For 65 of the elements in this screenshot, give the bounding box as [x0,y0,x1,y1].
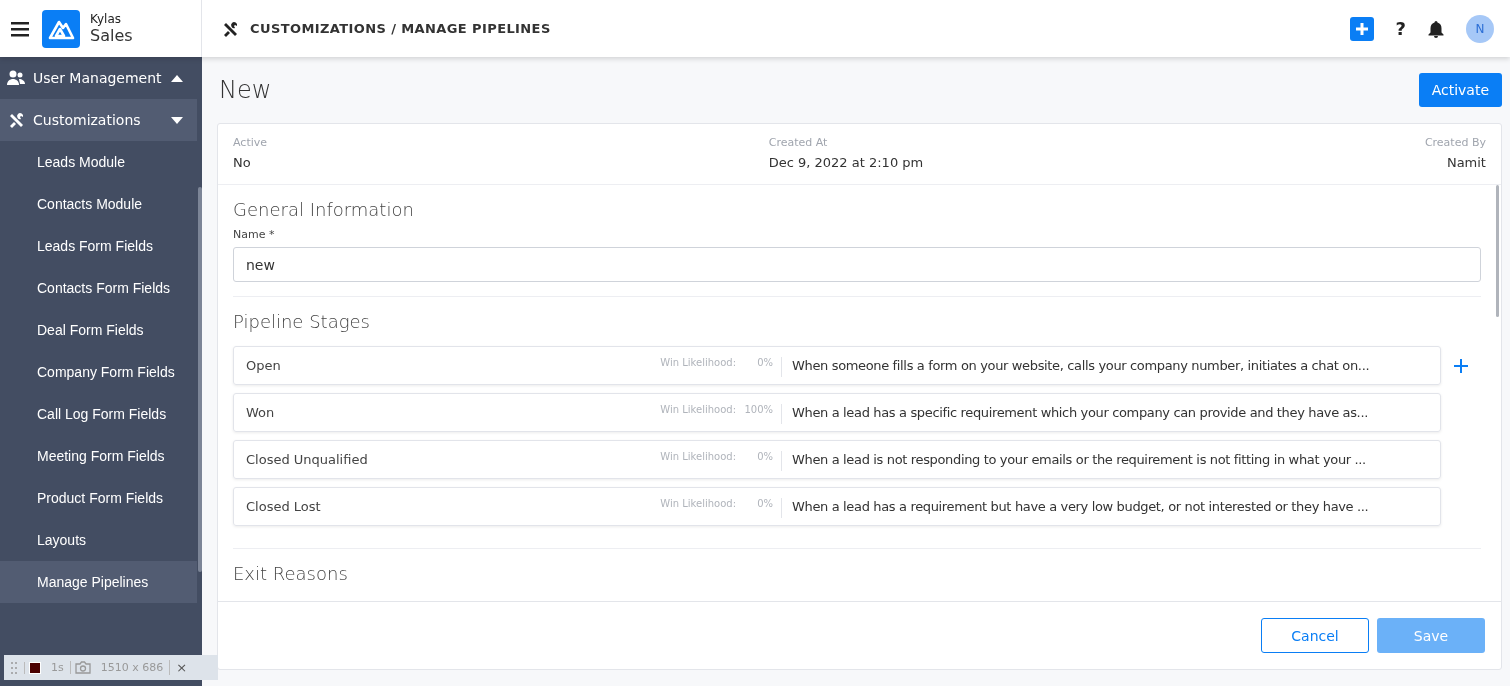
likelihood-label: Win Likelihood: [660,357,736,368]
cancel-button[interactable]: Cancel [1261,618,1369,653]
sidebar-item[interactable]: Leads Module [0,141,197,183]
sidebar-item[interactable]: Leads Form Fields [0,225,197,267]
sidebar-item[interactable]: Company Form Fields [0,351,197,393]
section-heading: General Information [233,199,415,220]
page-title: New [218,76,272,104]
name-input[interactable]: new [233,247,1481,282]
section-heading: Exit Reasons [233,563,349,584]
square-icon [29,661,41,674]
stage-name: Won [246,405,276,420]
activate-button[interactable]: Activate [1418,73,1502,107]
sidebar-item[interactable]: Product Form Fields [0,477,197,519]
field-value: Dec 9, 2022 at 2:10 pm [768,155,924,170]
close-button[interactable]: × [169,660,188,675]
interval-label: 1s [51,661,64,674]
notifications-button[interactable] [1428,19,1444,38]
sidebar-item[interactable]: Manage Pipelines [0,561,197,603]
bell-icon [1428,19,1444,38]
stage-description: When someone fills a form on your website, calls your company number, initiates a chat on... [791,358,1371,373]
stage-description: When a lead has a requirement but have a very low budget, or not interested or they have ... [791,499,1370,514]
plus-icon [1454,358,1468,373]
field-label: Created By [1424,136,1486,149]
likelihood-value: 0% [736,357,782,377]
menu-icon [11,20,29,37]
size-label: 1510 x 686 [100,661,164,674]
likelihood-value: 100% [736,404,782,424]
field-label: Active [233,136,268,149]
sidebar-item[interactable]: Deal Form Fields [0,309,197,351]
section-heading: Pipeline Stages [233,311,371,332]
stage-description: When a lead is not responding to your emails or the requirement is not fitting in what your ... [791,452,1367,467]
logo-icon [42,9,80,48]
add-button[interactable] [1349,16,1374,41]
scrollbar-thumb[interactable] [1496,185,1499,317]
field-value: Namit [1446,155,1486,170]
field-label: Created At [768,136,829,149]
caret-icon [171,74,183,82]
field-label: Name * [233,228,276,241]
field-value: No [233,155,252,170]
plus-icon [1354,21,1369,36]
likelihood-label: Win Likelihood: [660,451,736,462]
sidebar-item[interactable]: Contacts Form Fields [0,267,197,309]
stage-name: Open [246,358,282,373]
users-icon [7,70,25,86]
product-name: Sales [90,26,133,45]
sidebar-item[interactable]: Layouts [0,519,197,561]
stage-name: Closed Unqualified [246,452,369,467]
camera-icon [74,661,91,674]
caret-icon [171,116,183,124]
likelihood-value: 0% [736,498,782,518]
sidebar-item[interactable]: Call Log Form Fields [0,393,197,435]
sidebar-item[interactable]: Contacts Module [0,183,197,225]
likelihood-label: Win Likelihood: [660,498,736,509]
stage-name: Closed Lost [246,499,322,514]
sidebar-group[interactable]: User Management [0,57,197,99]
likelihood-label: Win Likelihood: [660,404,736,415]
sidebar-group[interactable]: Customizations [0,99,197,141]
stage-description: When a lead has a specific requirement which your company can provide and they have as... [791,405,1369,420]
breadcrumb: CUSTOMIZATIONS / MANAGE PIPELINES [250,21,551,36]
sidebar-item[interactable]: Meeting Form Fields [0,435,197,477]
likelihood-value: 0% [736,451,782,471]
grip-icon [10,660,18,675]
scrollbar-thumb[interactable] [198,187,202,572]
brand-name: Kylas [90,12,123,26]
help-button[interactable]: ? [1395,18,1406,39]
